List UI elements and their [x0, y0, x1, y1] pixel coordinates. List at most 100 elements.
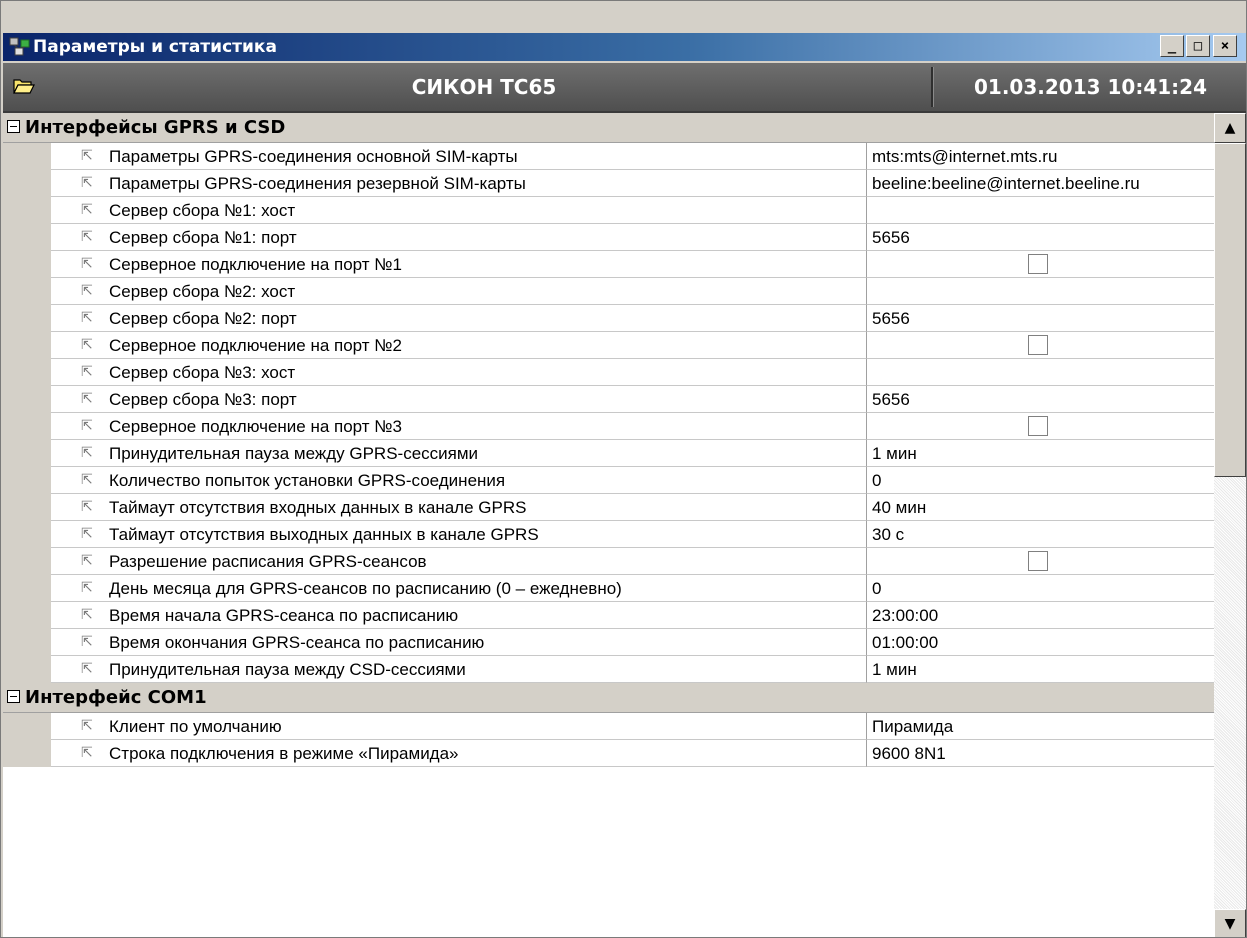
property-name-cell[interactable]: ⇱ Параметры GPRS-соединения основной SIM-…: [51, 143, 867, 170]
property-name-cell[interactable]: ⇱ День месяца для GPRS-сеансов по расписа…: [51, 575, 867, 602]
property-value[interactable]: 9600 8N1: [872, 740, 946, 767]
property-name-cell[interactable]: ⇱ Таймаут отсутствия входных данных в кан…: [51, 494, 867, 521]
property-value-cell[interactable]: [867, 278, 1214, 305]
property-value[interactable]: 5656: [872, 305, 910, 332]
property-name-cell[interactable]: ⇱ Время окончания GPRS-сеанса по расписан…: [51, 629, 867, 656]
property-checkbox[interactable]: [1028, 335, 1048, 355]
property-row[interactable]: ⇱ Таймаут отсутствия входных данных в кан…: [3, 494, 1214, 521]
property-name-cell[interactable]: ⇱ Сервер сбора №3: хост: [51, 359, 867, 386]
property-value-cell[interactable]: [867, 548, 1214, 575]
scroll-up-button[interactable]: ▲: [1214, 113, 1246, 143]
property-row[interactable]: ⇱ Разрешение расписания GPRS-сеансов: [3, 548, 1214, 575]
property-row[interactable]: ⇱ Сервер сбора №3: порт 5656: [3, 386, 1214, 413]
property-name-cell[interactable]: ⇱ Параметры GPRS-соединения резервной SIM…: [51, 170, 867, 197]
title-bar[interactable]: Параметры и статистика _ □ ×: [3, 33, 1246, 61]
property-row[interactable]: ⇱ День месяца для GPRS-сеансов по расписа…: [3, 575, 1214, 602]
property-row[interactable]: ⇱ Сервер сбора №1: порт 5656: [3, 224, 1214, 251]
property-name-cell[interactable]: ⇱ Сервер сбора №1: хост: [51, 197, 867, 224]
property-row[interactable]: ⇱ Параметры GPRS-соединения основной SIM-…: [3, 143, 1214, 170]
property-value[interactable]: mts:mts@internet.mts.ru: [872, 143, 1057, 170]
property-row[interactable]: ⇱ Сервер сбора №1: хост: [3, 197, 1214, 224]
property-name-cell[interactable]: ⇱ Сервер сбора №2: порт: [51, 305, 867, 332]
property-name-cell[interactable]: ⇱ Сервер сбора №2: хост: [51, 278, 867, 305]
scroll-down-button[interactable]: ▼: [1214, 909, 1246, 937]
property-value[interactable]: 1 мин: [872, 656, 917, 683]
property-value[interactable]: 30 с: [872, 521, 904, 548]
property-row[interactable]: ⇱ Принудительная пауза между CSD-сессиями…: [3, 656, 1214, 683]
property-value-cell[interactable]: [867, 251, 1214, 278]
property-name-cell[interactable]: ⇱ Таймаут отсутствия выходных данных в ка…: [51, 521, 867, 548]
property-row[interactable]: ⇱ Сервер сбора №2: хост: [3, 278, 1214, 305]
property-value-cell[interactable]: [867, 197, 1214, 224]
property-value[interactable]: 40 мин: [872, 494, 926, 521]
property-value-cell[interactable]: 5656: [867, 224, 1214, 251]
property-value[interactable]: 23:00:00: [872, 602, 938, 629]
property-row[interactable]: ⇱ Количество попыток установки GPRS-соеди…: [3, 467, 1214, 494]
category-header[interactable]: Интерфейсы GPRS и CSD: [3, 113, 1214, 143]
property-value-cell[interactable]: 1 мин: [867, 656, 1214, 683]
close-button[interactable]: ×: [1213, 35, 1237, 57]
property-name-cell[interactable]: ⇱ Принудительная пауза между GPRS-сессиям…: [51, 440, 867, 467]
property-row[interactable]: ⇱ Время начала GPRS-сеанса по расписанию 2…: [3, 602, 1214, 629]
property-value-cell[interactable]: 01:00:00: [867, 629, 1214, 656]
property-name: Количество попыток установки GPRS-соедин…: [109, 471, 506, 490]
property-name-cell[interactable]: ⇱ Принудительная пауза между CSD-сессиями: [51, 656, 867, 683]
property-name-cell[interactable]: ⇱ Серверное подключение на порт №1: [51, 251, 867, 278]
property-value-cell[interactable]: 0: [867, 467, 1214, 494]
folder-open-icon[interactable]: [13, 77, 35, 95]
property-row[interactable]: ⇱ Сервер сбора №2: порт 5656: [3, 305, 1214, 332]
property-value-cell[interactable]: mts:mts@internet.mts.ru: [867, 143, 1214, 170]
property-row[interactable]: ⇱ Время окончания GPRS-сеанса по расписан…: [3, 629, 1214, 656]
property-name-cell[interactable]: ⇱ Сервер сбора №3: порт: [51, 386, 867, 413]
scroll-thumb[interactable]: [1214, 143, 1246, 477]
property-name-cell[interactable]: ⇱ Разрешение расписания GPRS-сеансов: [51, 548, 867, 575]
property-checkbox[interactable]: [1028, 254, 1048, 274]
property-value[interactable]: 1 мин: [872, 440, 917, 467]
property-row[interactable]: ⇱ Сервер сбора №3: хост: [3, 359, 1214, 386]
property-name-cell[interactable]: ⇱ Время начала GPRS-сеанса по расписанию: [51, 602, 867, 629]
property-value-cell[interactable]: 0: [867, 575, 1214, 602]
property-value[interactable]: 5656: [872, 224, 910, 251]
property-name-cell[interactable]: ⇱ Строка подключения в режиме «Пирамида»: [51, 740, 867, 767]
property-row[interactable]: ⇱ Таймаут отсутствия выходных данных в ка…: [3, 521, 1214, 548]
property-name: Принудительная пауза между CSD-сессиями: [109, 660, 466, 679]
property-value-cell[interactable]: [867, 332, 1214, 359]
property-value[interactable]: 01:00:00: [872, 629, 938, 656]
property-value[interactable]: 0: [872, 467, 881, 494]
minimize-button[interactable]: _: [1160, 35, 1184, 57]
property-value-cell[interactable]: 30 с: [867, 521, 1214, 548]
property-value-cell[interactable]: 23:00:00: [867, 602, 1214, 629]
property-value-cell[interactable]: [867, 359, 1214, 386]
property-row[interactable]: ⇱ Параметры GPRS-соединения резервной SIM…: [3, 170, 1214, 197]
property-value-cell[interactable]: beeline:beeline@internet.beeline.ru: [867, 170, 1214, 197]
property-value-cell[interactable]: 1 мин: [867, 440, 1214, 467]
property-row[interactable]: ⇱ Серверное подключение на порт №2: [3, 332, 1214, 359]
property-value[interactable]: beeline:beeline@internet.beeline.ru: [872, 170, 1140, 197]
property-value[interactable]: 5656: [872, 386, 910, 413]
property-name-cell[interactable]: ⇱ Сервер сбора №1: порт: [51, 224, 867, 251]
collapse-icon[interactable]: [7, 120, 20, 133]
property-row[interactable]: ⇱ Серверное подключение на порт №1: [3, 251, 1214, 278]
property-value-cell[interactable]: Пирамида: [867, 713, 1214, 740]
property-row[interactable]: ⇱ Клиент по умолчанию Пирамида: [3, 713, 1214, 740]
property-value-cell[interactable]: 5656: [867, 386, 1214, 413]
vertical-scrollbar[interactable]: ▲ ▼: [1214, 113, 1246, 937]
property-value-cell[interactable]: 5656: [867, 305, 1214, 332]
property-value-cell[interactable]: 9600 8N1: [867, 740, 1214, 767]
property-value[interactable]: Пирамида: [872, 713, 953, 740]
property-row[interactable]: ⇱ Строка подключения в режиме «Пирамида» 9…: [3, 740, 1214, 767]
property-name-cell[interactable]: ⇱ Клиент по умолчанию: [51, 713, 867, 740]
property-value-cell[interactable]: [867, 413, 1214, 440]
property-value[interactable]: 0: [872, 575, 881, 602]
category-header[interactable]: Интерфейс COM1: [3, 683, 1214, 713]
property-checkbox[interactable]: [1028, 416, 1048, 436]
property-name-cell[interactable]: ⇱ Количество попыток установки GPRS-соеди…: [51, 467, 867, 494]
property-name-cell[interactable]: ⇱ Серверное подключение на порт №2: [51, 332, 867, 359]
property-row[interactable]: ⇱ Серверное подключение на порт №3: [3, 413, 1214, 440]
collapse-icon[interactable]: [7, 690, 20, 703]
property-row[interactable]: ⇱ Принудительная пауза между GPRS-сессиям…: [3, 440, 1214, 467]
property-checkbox[interactable]: [1028, 551, 1048, 571]
property-value-cell[interactable]: 40 мин: [867, 494, 1214, 521]
maximize-button[interactable]: □: [1186, 35, 1210, 57]
property-name-cell[interactable]: ⇱ Серверное подключение на порт №3: [51, 413, 867, 440]
